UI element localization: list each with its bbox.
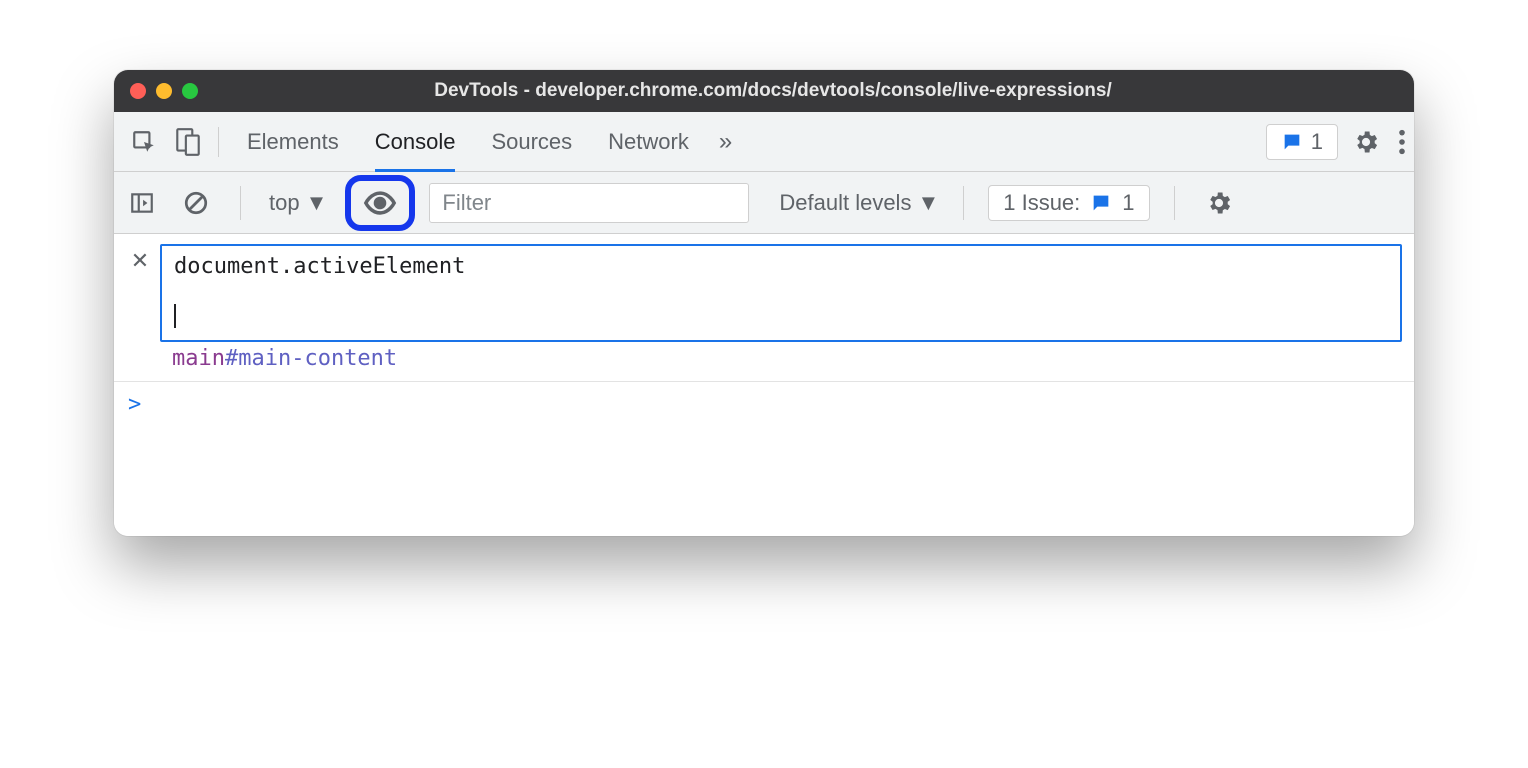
window-close-button[interactable]	[130, 83, 146, 99]
divider	[1174, 186, 1175, 220]
clear-console-icon[interactable]	[176, 183, 216, 223]
result-id: #main-content	[225, 346, 397, 371]
levels-label: Default levels	[779, 190, 911, 216]
tabs-overflow-button[interactable]: »	[719, 128, 732, 156]
console-prompt[interactable]: >	[114, 382, 1414, 426]
inspect-element-icon[interactable]	[122, 120, 166, 164]
tab-console[interactable]: Console	[375, 112, 456, 172]
titlebar: DevTools - developer.chrome.com/docs/dev…	[114, 70, 1414, 112]
window-minimize-button[interactable]	[156, 83, 172, 99]
divider	[240, 186, 241, 220]
close-icon[interactable]: ✕	[126, 248, 154, 274]
execution-context-select[interactable]: top ▼	[265, 190, 331, 216]
prompt-chevron-icon: >	[128, 392, 141, 417]
text-cursor	[174, 303, 1388, 328]
issues-label: 1 Issue:	[1003, 190, 1080, 216]
log-levels-select[interactable]: Default levels ▼	[779, 190, 939, 216]
result-tag: main	[172, 346, 225, 371]
live-expression-result[interactable]: main#main-content	[160, 342, 1402, 375]
comment-icon	[1090, 192, 1112, 214]
messages-count: 1	[1311, 129, 1323, 155]
live-expression-row: ✕ document.activeElement main#main-conte…	[114, 234, 1414, 382]
messages-chip[interactable]: 1	[1266, 124, 1338, 160]
divider	[218, 127, 219, 157]
issues-chip[interactable]: 1 Issue: 1	[988, 185, 1149, 221]
comment-icon	[1281, 131, 1303, 153]
console-sidebar-toggle-icon[interactable]	[122, 183, 162, 223]
console-body[interactable]	[114, 426, 1414, 536]
divider	[963, 186, 964, 220]
live-expression-editor[interactable]: document.activeElement	[160, 244, 1402, 342]
console-toolbar: top ▼ Default levels ▼ 1 Issue: 1	[114, 172, 1414, 234]
live-expression-text: document.activeElement	[174, 254, 1388, 279]
window-zoom-button[interactable]	[182, 83, 198, 99]
filter-input[interactable]	[429, 183, 749, 223]
settings-icon[interactable]	[1352, 128, 1380, 156]
caret-down-icon: ▼	[306, 190, 328, 216]
tab-elements[interactable]: Elements	[247, 112, 339, 172]
window-title: DevTools - developer.chrome.com/docs/dev…	[208, 80, 1398, 102]
tab-sources[interactable]: Sources	[491, 112, 572, 172]
create-live-expression-button[interactable]	[345, 175, 415, 231]
caret-down-icon: ▼	[917, 190, 939, 216]
kebab-menu-icon[interactable]	[1398, 128, 1406, 156]
chevron-double-right-icon: »	[719, 128, 732, 156]
device-toolbar-icon[interactable]	[166, 120, 210, 164]
issues-count: 1	[1122, 190, 1134, 216]
context-label: top	[269, 190, 300, 216]
main-tabbar: Elements Console Sources Network » 1	[114, 112, 1414, 172]
panel-tabs: Elements Console Sources Network	[247, 112, 689, 172]
console-settings-icon[interactable]	[1199, 183, 1239, 223]
tab-network[interactable]: Network	[608, 112, 689, 172]
devtools-window: DevTools - developer.chrome.com/docs/dev…	[114, 70, 1414, 536]
